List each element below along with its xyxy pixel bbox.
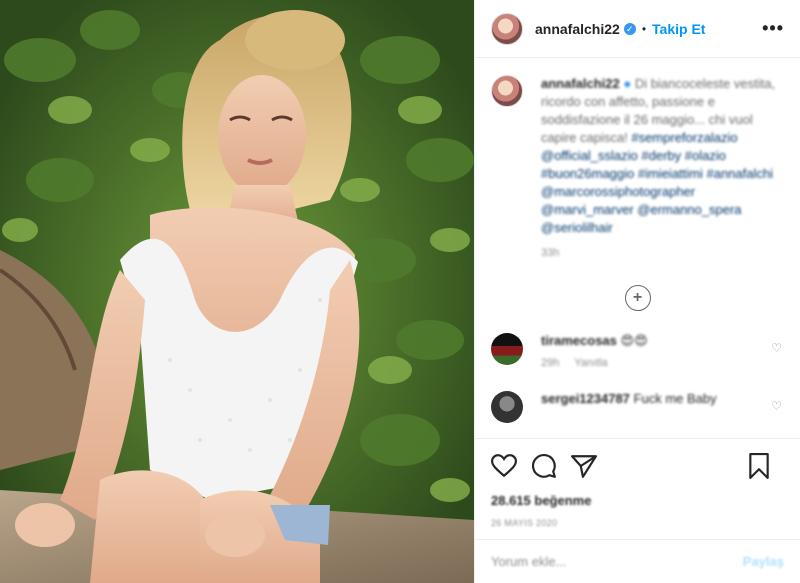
caption: annafalchi22 ● Di biancoceleste vestita,… [491, 75, 784, 237]
post-image [0, 0, 474, 583]
comments-section[interactable]: annafalchi22 ● Di biancoceleste vestita,… [475, 59, 800, 437]
add-comment-bar: Paylaş [475, 539, 800, 583]
comment-username[interactable]: sergei1234787 [541, 391, 630, 406]
comment-time: 29h [541, 357, 560, 369]
post-date: 26 MAYIS 2020 [491, 518, 558, 528]
like-heart-icon[interactable] [491, 454, 517, 478]
comment-avatar[interactable] [491, 333, 523, 365]
comment-username[interactable]: tiramecosas [541, 333, 617, 348]
post-photo[interactable] [0, 0, 474, 583]
share-paper-plane-icon[interactable] [571, 454, 597, 478]
likes-count[interactable]: 28.615 beğenme [491, 493, 784, 508]
comment-item: sergei1234787 Fuck me Baby ♡ [491, 391, 784, 423]
caption-username[interactable]: annafalchi22 [541, 76, 620, 91]
reply-button[interactable]: Yanıtla [574, 357, 607, 369]
verified-badge-icon: ✓ [623, 22, 636, 35]
comment-item: tiramecosas 😍😍 29h Yanıtla ♡ [491, 333, 784, 369]
follow-button[interactable]: Takip Et [652, 21, 705, 37]
bookmark-icon[interactable] [748, 453, 770, 479]
like-comment-heart-icon[interactable]: ♡ [771, 399, 782, 413]
post-sidebar: annafalchi22 ✓ • Takip Et ••• annafalchi… [474, 0, 800, 583]
load-more-comments-icon[interactable]: + [624, 285, 651, 311]
separator-dot: • [641, 21, 647, 36]
comment-avatar[interactable] [491, 391, 523, 423]
post-header: annafalchi22 ✓ • Takip Et ••• [475, 0, 800, 58]
comment-text: 😍😍 [620, 333, 648, 348]
caption-hashtags[interactable]: #sempreforzalazio @official_sslazio #der… [541, 130, 773, 235]
verified-badge-icon: ● [623, 76, 632, 91]
comment-text: Fuck me Baby [633, 391, 717, 406]
comment-input[interactable] [491, 554, 743, 569]
caption-time: 33h [541, 247, 560, 259]
author-avatar[interactable] [491, 12, 523, 45]
caption-text: annafalchi22 ● Di biancoceleste vestita,… [541, 75, 784, 237]
more-options-icon[interactable]: ••• [762, 18, 784, 39]
post-comment-button[interactable]: Paylaş [743, 554, 784, 569]
caption-avatar[interactable] [491, 75, 523, 107]
author-username[interactable]: annafalchi22 [535, 21, 620, 37]
comment-bubble-icon[interactable] [531, 453, 557, 479]
like-comment-heart-icon[interactable]: ♡ [771, 341, 782, 355]
